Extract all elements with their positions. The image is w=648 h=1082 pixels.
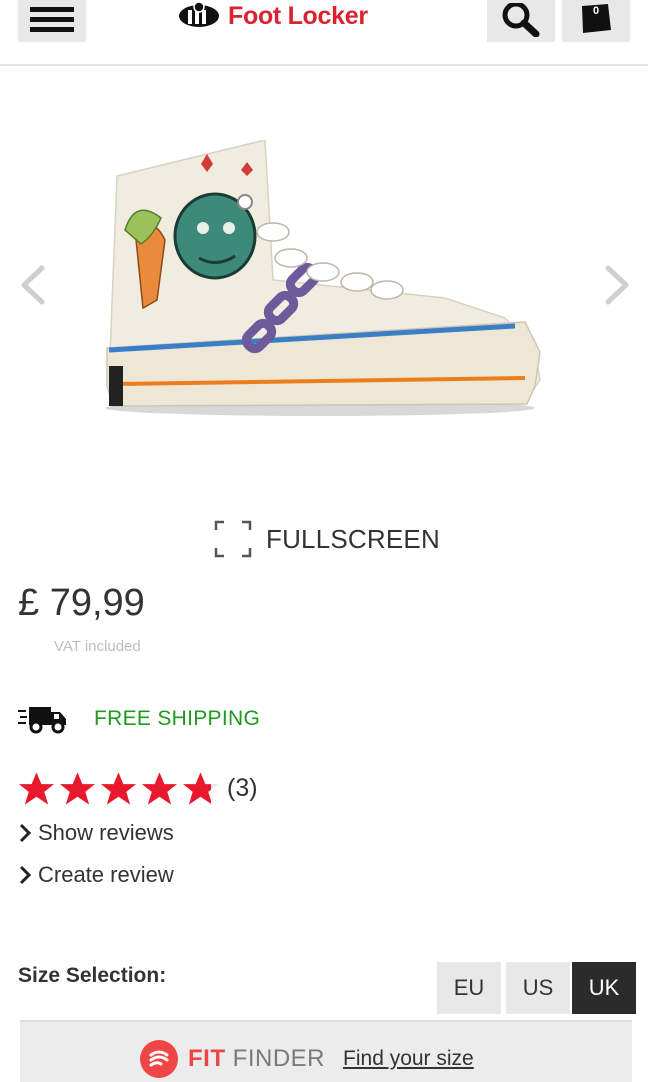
create-review-label: Create review [38,862,174,887]
size-system-uk[interactable]: UK [572,962,636,1014]
fit-finder-brand-finder: FINDER [232,1045,326,1072]
delivery-truck-icon [18,707,66,734]
size-system-eu[interactable]: EU [437,962,501,1014]
show-reviews-link[interactable]: Show reviews [18,820,174,846]
foot-locker-logo[interactable]: Foot Locker [176,0,368,32]
chevron-left-icon [21,265,45,305]
star-icon [100,772,137,805]
fullscreen-icon [214,520,252,558]
gallery-next-button[interactable] [596,260,636,310]
menu-button[interactable] [18,0,86,42]
size-system-us[interactable]: US [506,962,570,1014]
chevron-right-icon [19,865,32,885]
referee-logo-icon [179,1,219,27]
gallery-prev-button[interactable] [14,260,54,310]
star-icon [141,772,178,805]
free-shipping-info: FREE SHIPPING [18,704,260,734]
size-selection-label: Size Selection: [18,964,167,987]
cart-count: 0 [593,5,599,17]
star-icon [59,772,96,805]
fullscreen-label: FULLSCREEN [266,523,440,554]
fit-finder-brand: FIT FINDER [188,1045,325,1073]
shopping-bag-icon: 0 [582,4,611,33]
hamburger-menu-icon [30,7,74,32]
create-review-link[interactable]: Create review [18,862,174,888]
fit-finder-icon [140,1040,178,1078]
star-icon [182,772,219,805]
logo-text: Foot Locker [228,1,368,30]
chevron-right-icon [605,265,629,305]
rating-count: (3) [227,774,258,802]
product-image [105,140,541,416]
product-price: £ 79,99 [18,582,145,624]
star-icon [18,772,55,805]
star-group [18,770,219,807]
vat-note: VAT included [54,638,141,655]
search-button[interactable] [487,0,555,42]
fullscreen-button[interactable]: FULLSCREEN [214,520,440,558]
rating-stars[interactable]: (3) [18,770,258,807]
fit-finder-brand-fit: FIT [188,1045,226,1072]
find-your-size-link[interactable]: Find your size [343,1047,474,1071]
free-shipping-label: FREE SHIPPING [94,707,261,730]
search-icon [502,3,540,37]
chevron-right-icon [19,823,32,843]
site-header: Foot Locker 0 [0,0,648,66]
cart-button[interactable]: 0 [562,0,630,42]
fit-finder-bar[interactable]: FIT FINDER Find your size [20,1020,632,1082]
show-reviews-label: Show reviews [38,820,174,845]
product-image-gallery[interactable] [0,100,648,460]
